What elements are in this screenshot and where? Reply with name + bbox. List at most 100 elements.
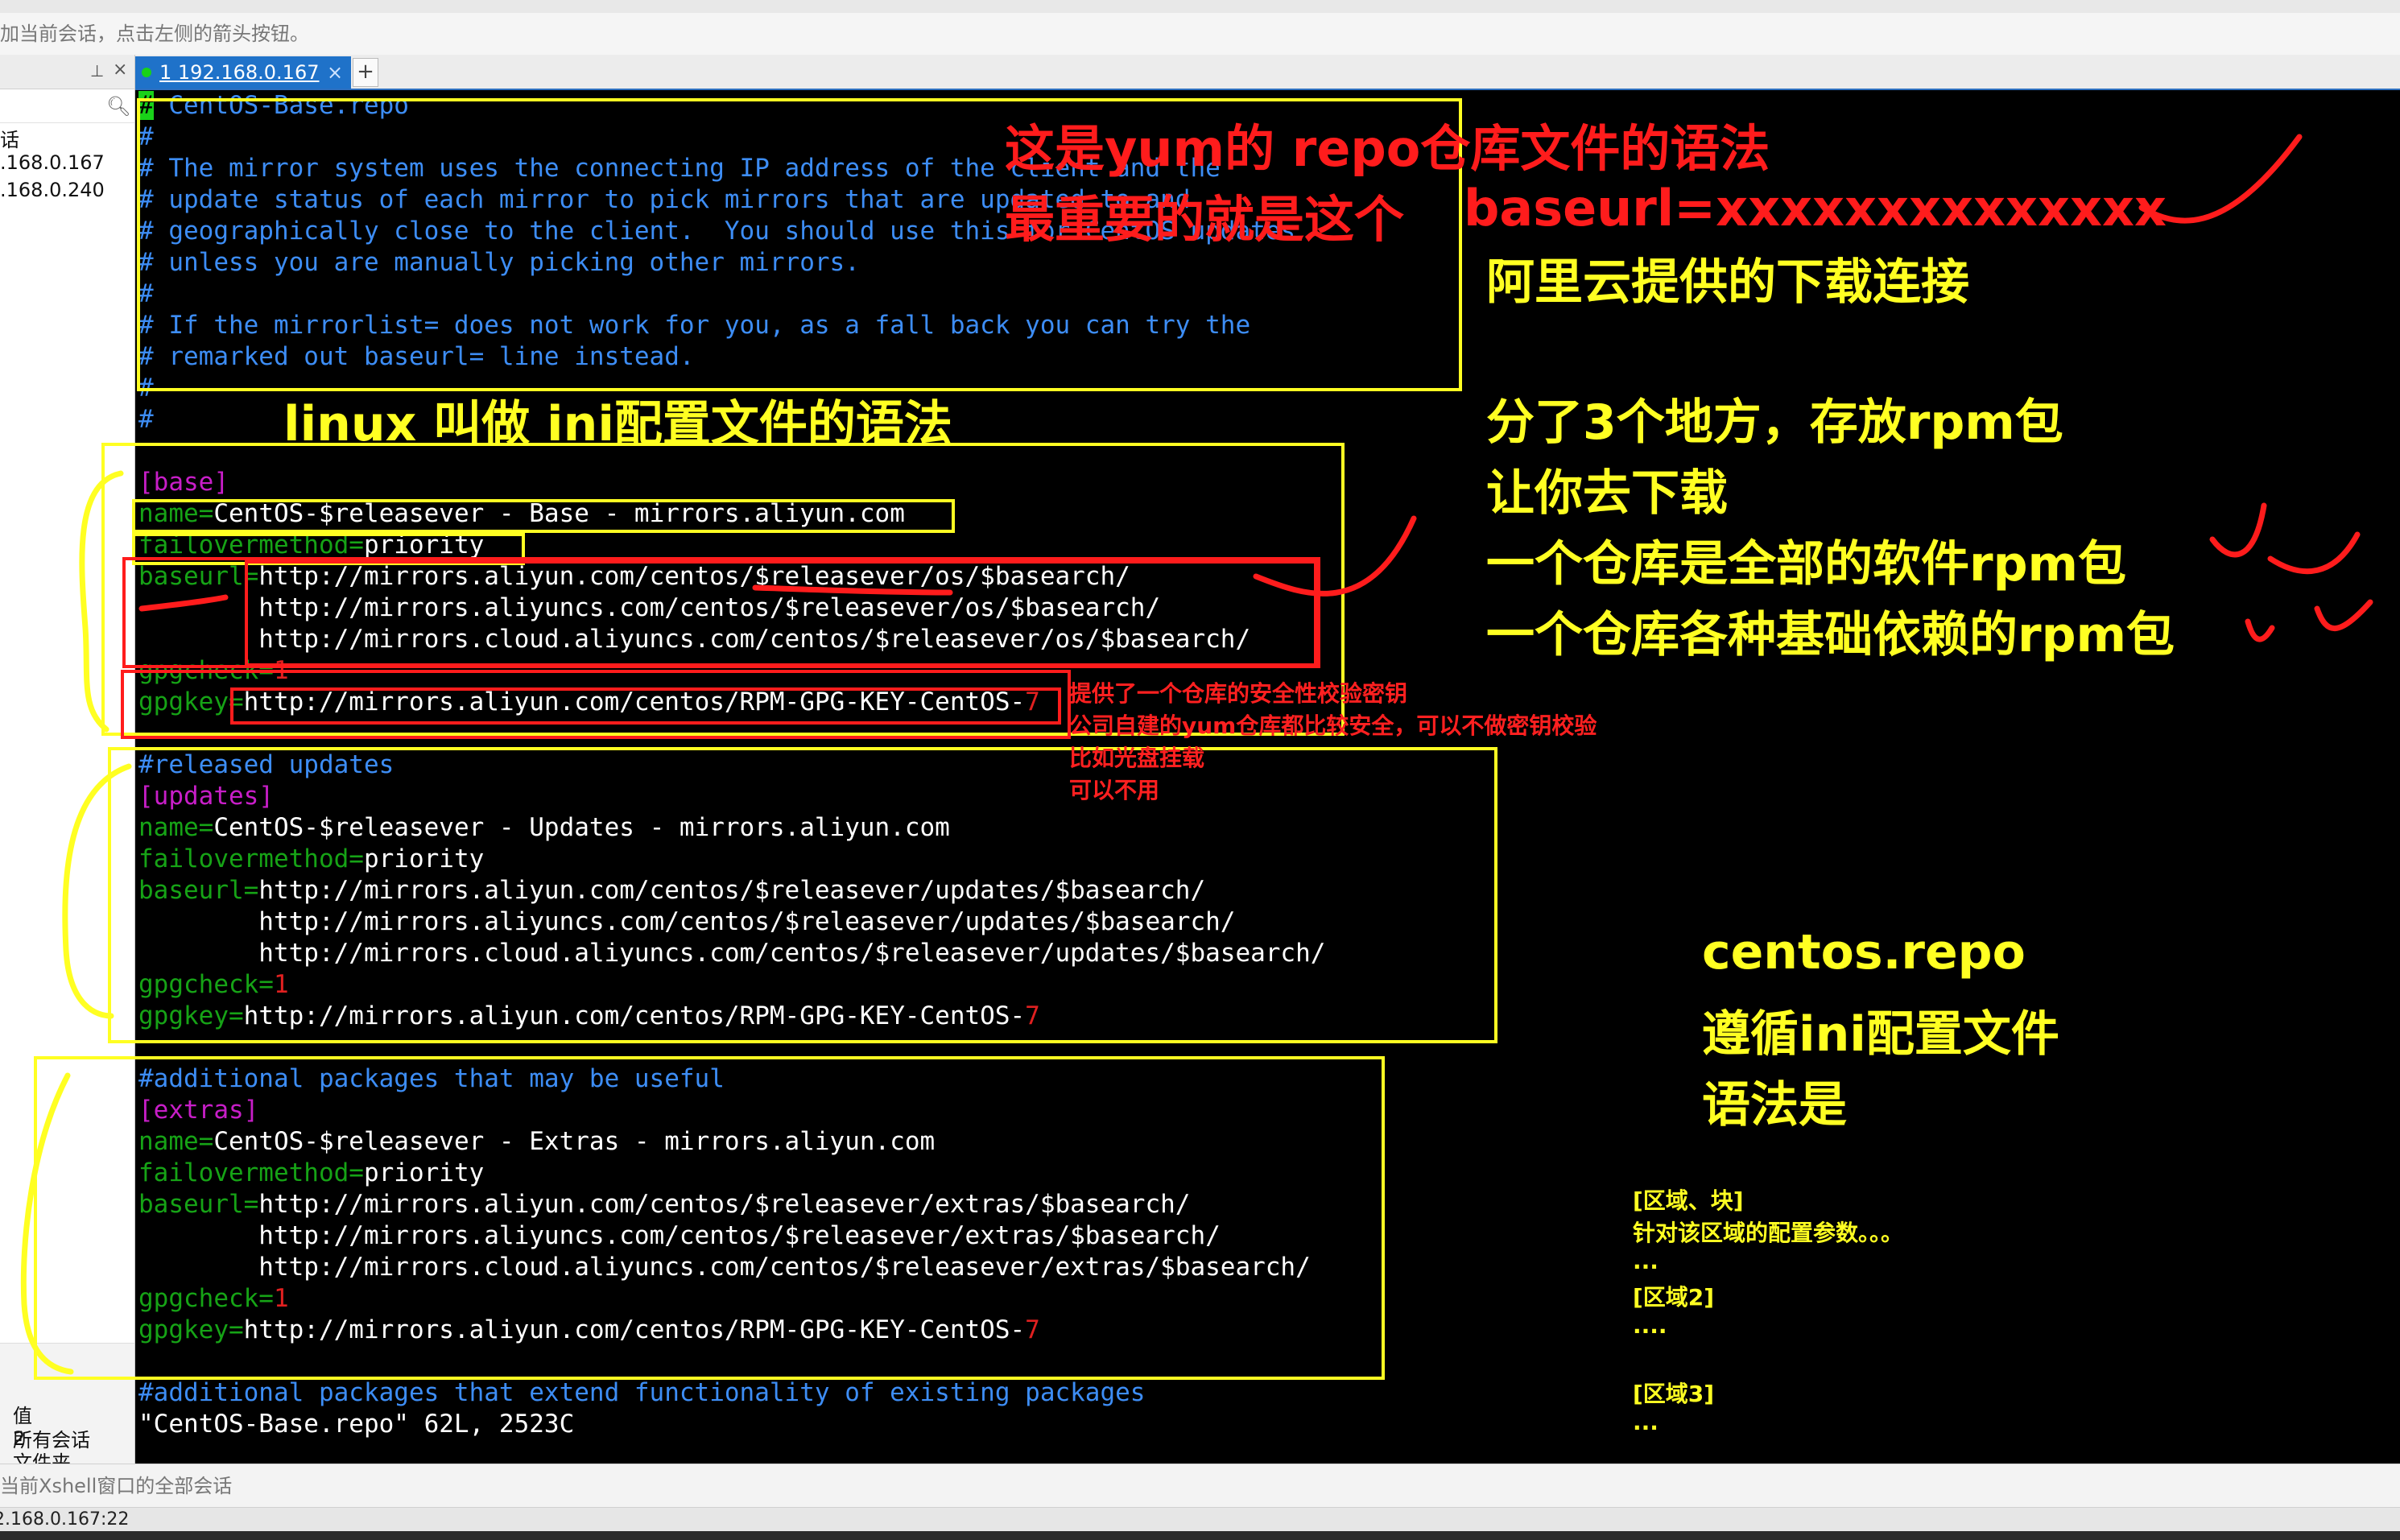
terminal-line: #additional packages that extend functio…	[138, 1377, 1145, 1409]
session-panel-header: ⊥ ×	[0, 55, 134, 89]
terminal-text-segment: # remarked out baseurl= line instead.	[138, 342, 695, 371]
session-item-167[interactable]: .168.0.167	[0, 151, 105, 174]
terminal-line: # unless you are manually picking other …	[138, 247, 860, 279]
terminal-text-segment: [extras]	[138, 1096, 259, 1125]
terminal-text-segment: #	[138, 122, 154, 151]
terminal-text-segment: http://mirrors.aliyuncs.com/centos/$rele…	[138, 593, 1161, 622]
terminal-line: gpgcheck=1	[138, 969, 289, 1001]
terminal-line: http://mirrors.aliyuncs.com/centos/$rele…	[138, 906, 1235, 938]
terminal-line: gpgcheck=1	[138, 1283, 289, 1315]
terminal-text-segment: CentOS-$releasever - Updates - mirrors.a…	[213, 813, 950, 842]
session-search-bar[interactable]: 🔍︎	[0, 90, 134, 123]
session-manager-panel: ⊥ × 🔍︎ 话 .168.0.167 .168.0.240 值 所有会话 文件…	[0, 55, 135, 1474]
terminal-text-segment: baseurl=	[138, 562, 259, 591]
terminal-line: #	[138, 373, 154, 404]
connection-status-bar: 2.168.0.167:22	[0, 1507, 2400, 1532]
terminal-text-segment: http://mirrors.aliyuncs.com/centos/$rele…	[138, 907, 1236, 936]
terminal-line: failovermethod=priority	[138, 1158, 484, 1189]
terminal-line: http://mirrors.aliyuncs.com/centos/$rele…	[138, 592, 1160, 624]
pin-icon[interactable]: ⊥	[90, 61, 104, 81]
terminal-line: http://mirrors.cloud.aliyuncs.com/centos…	[138, 938, 1325, 969]
new-tab-button[interactable]: +	[353, 58, 378, 87]
terminal-line: # CentOS-Base.repo	[138, 90, 409, 122]
terminal-text-segment: gpgcheck=	[138, 656, 274, 685]
terminal-text-segment: gpgkey=	[138, 687, 244, 716]
tab-close-icon[interactable]: ×	[327, 56, 343, 89]
terminal-text-segment: http://mirrors.cloud.aliyuncs.com/centos…	[138, 1253, 1311, 1282]
terminal-text-segment: gpgkey=	[138, 1001, 244, 1030]
annotation-block-3: [区域3]	[1633, 1381, 1715, 1407]
terminal-text-segment: baseurl=	[138, 1190, 259, 1219]
terminal-line: gpgcheck=1	[138, 655, 289, 687]
terminal-line: baseurl=http://mirrors.aliyun.com/centos…	[138, 875, 1205, 906]
window-top-strip	[0, 0, 2400, 13]
annotation-gpg-note-2: 公司自建的yum仓库都比较安全，可以不做密钥校验	[1069, 712, 1597, 739]
connection-address: 2.168.0.167:22	[0, 1509, 130, 1530]
terminal-line: failovermethod=priority	[138, 530, 484, 561]
terminal-line: name=CentOS-$releasever - Extras - mirro…	[138, 1126, 935, 1158]
terminal-text-segment: "CentOS-Base.repo" 62L, 2523C	[138, 1410, 575, 1439]
terminal-line: #additional packages that may be useful	[138, 1063, 725, 1095]
terminal-line: #	[138, 122, 154, 153]
annotation-follow-ini: 遵循ini配置文件	[1702, 1006, 2059, 1063]
annotation-syntax-is: 语法是	[1702, 1077, 1847, 1133]
terminal-text-segment: priority	[363, 844, 485, 873]
terminal-text-segment: failovermethod=	[138, 531, 364, 559]
tab-session-192-168-0-167[interactable]: 1 192.168.0.167 ×	[135, 56, 351, 89]
session-item-240[interactable]: .168.0.240	[0, 179, 105, 201]
terminal-line: baseurl=http://mirrors.aliyun.com/centos…	[138, 1189, 1190, 1220]
terminal-screen[interactable]: # CentOS-Base.repo # # The mirror system u…	[135, 90, 2400, 1464]
terminal-text-segment: name=	[138, 1127, 214, 1156]
terminal-text-segment: priority	[363, 1158, 485, 1187]
terminal-text-segment: #additional packages that may be useful	[138, 1064, 725, 1093]
annotation-block-1: [区域、块]	[1633, 1187, 1744, 1214]
terminal-text-segment: http://mirrors.aliyun.com/centos/RPM-GPG…	[243, 1315, 1026, 1344]
annotation-linux-ini: linux 叫做 ini配置文件的语法	[283, 396, 952, 452]
annotation-download: 让你去下载	[1486, 465, 1728, 522]
terminal-text-segment: 1	[273, 656, 289, 685]
terminal-text-segment: http://mirrors.cloud.aliyuncs.com/centos…	[138, 939, 1326, 968]
annotation-important: 最重要的就是这个	[1005, 190, 1405, 249]
annotation-gpg-note-4: 可以不用	[1069, 777, 1160, 803]
session-scope-bar: 当前Xshell窗口的全部会话	[0, 1464, 2400, 1508]
annotation-block-params: 针对该区域的配置参数。。。	[1633, 1220, 1904, 1246]
terminal-text-segment: 7	[1025, 687, 1040, 716]
terminal-text-segment: 1	[273, 1284, 289, 1313]
close-icon[interactable]: ×	[113, 60, 127, 80]
terminal-text-segment: gpgcheck=	[138, 1284, 274, 1313]
terminal-text-segment: http://mirrors.aliyun.com/centos/RPM-GPG…	[243, 687, 1026, 716]
terminal-text-segment: [updates]	[138, 782, 274, 811]
terminal-line: http://mirrors.cloud.aliyuncs.com/centos…	[138, 624, 1250, 655]
terminal-line: #	[138, 279, 154, 310]
terminal-text-segment: CentOS-$releasever - Extras - mirrors.al…	[213, 1127, 936, 1156]
terminal-text-segment: http://mirrors.aliyun.com/centos/$releas…	[258, 876, 1206, 905]
terminal-text-segment: gpgcheck=	[138, 970, 274, 999]
annotation-dots-2: ....	[1633, 1312, 1667, 1339]
terminal-line: gpgkey=http://mirrors.aliyun.com/centos/…	[138, 1001, 1040, 1032]
session-tree-root[interactable]: 话	[0, 124, 19, 152]
terminal-text-segment: http://mirrors.aliyun.com/centos/$releas…	[258, 562, 1130, 591]
terminal-text-segment: failovermethod=	[138, 1158, 364, 1187]
terminal-line: http://mirrors.aliyuncs.com/centos/$rele…	[138, 1220, 1221, 1252]
annotation-dots-3: ...	[1633, 1409, 1659, 1435]
terminal-line: http://mirrors.cloud.aliyuncs.com/centos…	[138, 1252, 1311, 1283]
annotation-block-2: [区域2]	[1633, 1284, 1715, 1311]
terminal-line: #	[138, 404, 154, 436]
property-count: 2	[13, 1427, 26, 1450]
terminal-cursor: #	[138, 91, 154, 120]
annotation-repo-base: 一个仓库各种基础依赖的rpm包	[1486, 607, 2175, 663]
terminal-text-segment: CentOS-Base.repo	[153, 91, 409, 120]
terminal-text-segment: #	[138, 279, 154, 308]
terminal-text-segment: http://mirrors.cloud.aliyuncs.com/centos…	[138, 625, 1251, 654]
taskbar-edge	[0, 1531, 2400, 1540]
terminal-text-segment: [base]	[138, 468, 229, 497]
terminal-line: failovermethod=priority	[138, 844, 484, 875]
terminal-text-segment: http://mirrors.aliyun.com/centos/$releas…	[258, 1190, 1191, 1219]
terminal-line: "CentOS-Base.repo" 62L, 2523C	[138, 1409, 574, 1440]
terminal-line: gpgkey=http://mirrors.aliyun.com/centos/…	[138, 687, 1040, 718]
annotation-centos-repo: centos.repo	[1702, 924, 2026, 981]
terminal-line: #released updates	[138, 749, 394, 781]
search-icon[interactable]: 🔍︎	[106, 95, 130, 118]
terminal-text-segment: http://mirrors.aliyuncs.com/centos/$rele…	[138, 1221, 1221, 1250]
terminal-text-segment: 1	[273, 970, 289, 999]
